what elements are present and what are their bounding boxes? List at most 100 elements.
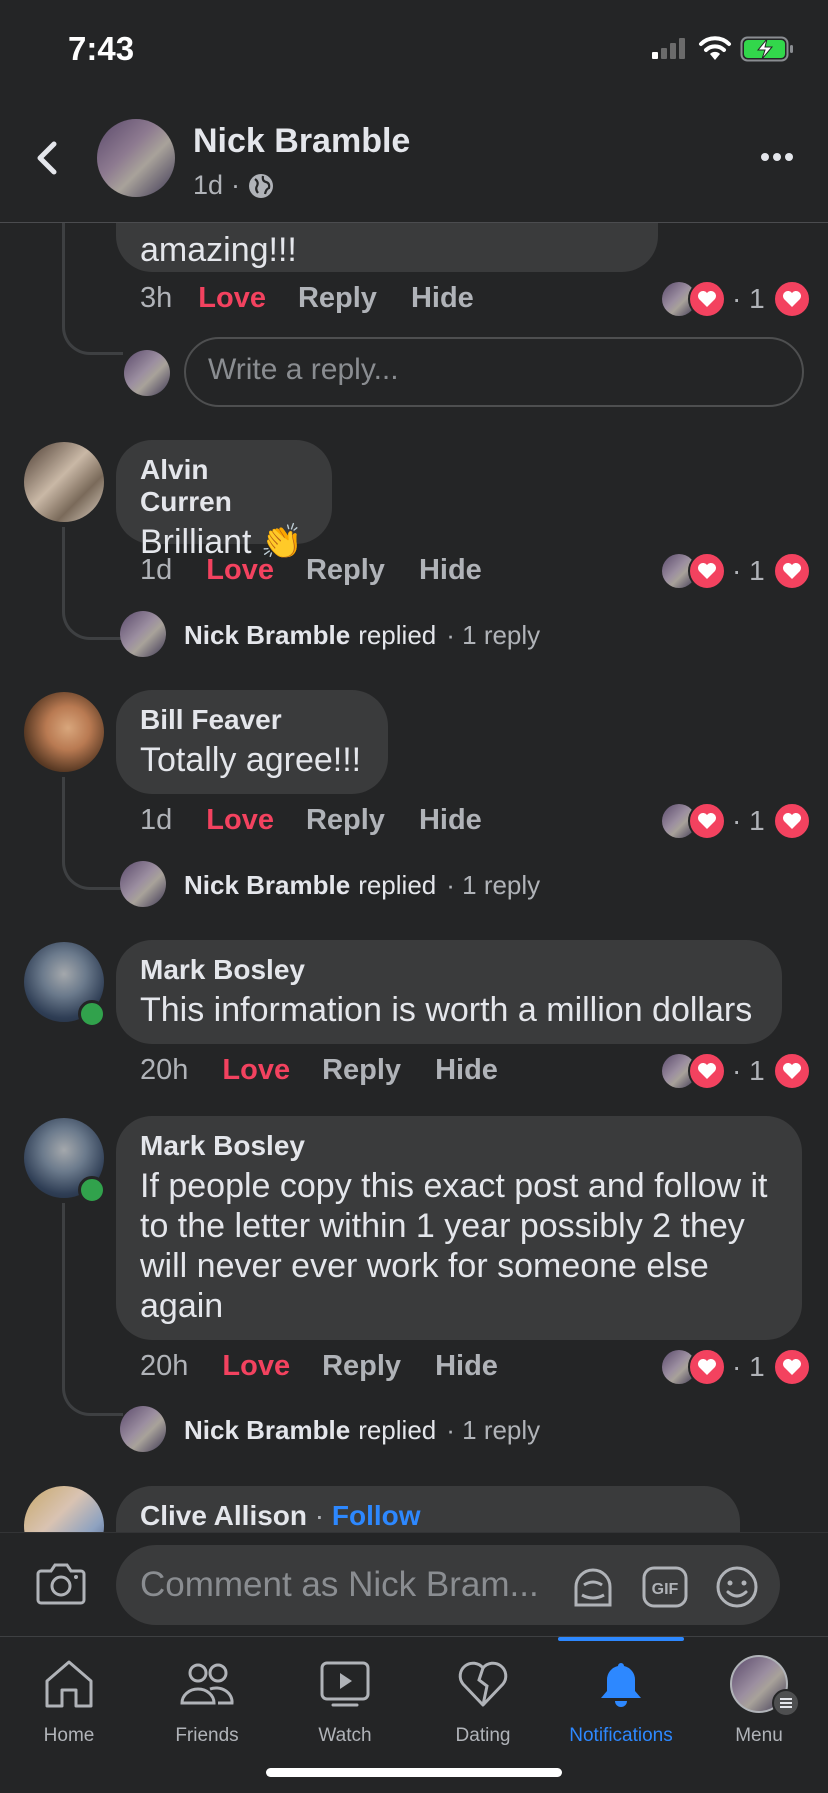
follow-button[interactable]: Follow [332, 1500, 421, 1531]
home-icon [45, 1660, 93, 1708]
view-replies-link[interactable]: Nick Bramble replied · 1 reply [184, 1415, 540, 1446]
comment-text: amazing!!! [140, 231, 297, 269]
reply-count: · 1 reply [446, 870, 541, 900]
svg-text:GIF: GIF [652, 1581, 679, 1598]
comments-list[interactable]: amazing!!! 3h Love Reply Hide · 1 Write … [0, 222, 828, 1532]
reaction-summary[interactable]: · 1 [662, 802, 811, 840]
author-name[interactable]: Nick Bramble [193, 122, 410, 161]
dating-icon [458, 1661, 508, 1707]
hide-button[interactable]: Hide [419, 804, 482, 837]
bell-icon [601, 1663, 641, 1707]
comment-author: Clive Allison · Follow [140, 1500, 716, 1532]
reaction-count: · 1 [732, 1351, 765, 1382]
love-button[interactable]: Love [206, 554, 274, 587]
hide-button[interactable]: Hide [411, 282, 474, 315]
author-avatar[interactable] [97, 119, 175, 197]
view-replies-link[interactable]: Nick Bramble replied · 1 reply [184, 870, 540, 901]
reply-count: · 1 reply [446, 620, 541, 650]
post-meta: 1d · [193, 170, 274, 201]
reaction-count: · 1 [732, 1055, 765, 1086]
tab-label: Notifications [569, 1725, 673, 1746]
follow-separator: · [307, 1500, 332, 1531]
love-reaction-icon [688, 280, 726, 318]
watch-icon [320, 1661, 370, 1707]
replied-name: Nick Bramble [184, 620, 351, 650]
reply-avatar [120, 861, 166, 907]
comment-author[interactable]: Mark Bosley [140, 1130, 778, 1162]
reaction-count: · 1 [732, 555, 765, 586]
comment-bubble: Mark Bosley If people copy this exact po… [116, 1116, 802, 1340]
reaction-summary[interactable]: · 1 [662, 1052, 811, 1090]
reply-button[interactable]: Reply [298, 282, 377, 315]
love-button[interactable]: Love [198, 282, 266, 315]
love-reaction-icon [772, 552, 811, 590]
comment-text: This information is worth a million doll… [140, 991, 753, 1029]
love-button[interactable]: Love [222, 1350, 290, 1383]
reply-avatar [120, 1406, 166, 1452]
reply-avatar [120, 611, 166, 657]
comment-actions: 20h Love Reply Hide [140, 1054, 498, 1087]
tab-label: Dating [455, 1725, 511, 1746]
love-button[interactable]: Love [206, 804, 274, 837]
write-reply-placeholder: Write a reply... [208, 353, 399, 386]
love-reaction-icon [688, 1052, 726, 1090]
commenter-avatar[interactable] [24, 442, 104, 522]
comment-bubble: amazing!!! [116, 222, 658, 272]
reaction-summary[interactable]: · 1 [662, 552, 811, 590]
reply-button[interactable]: Reply [306, 554, 385, 587]
reply-button[interactable]: Reply [306, 804, 385, 837]
home-indicator[interactable] [266, 1768, 562, 1777]
gif-icon[interactable]: GIF [642, 1565, 688, 1609]
thread-line [62, 222, 123, 355]
comment-input[interactable]: Comment as Nick Bram... GIF [116, 1545, 780, 1625]
reaction-summary[interactable]: · 1 [662, 1348, 811, 1386]
comment-time: 3h [140, 282, 173, 314]
reply-button[interactable]: Reply [322, 1054, 401, 1087]
thread-line [62, 527, 123, 640]
comment-time: 20h [140, 1054, 189, 1086]
comment-author[interactable]: Mark Bosley [140, 954, 758, 986]
tab-dating[interactable]: Dating [414, 1655, 552, 1747]
love-reaction-icon [772, 1052, 811, 1090]
tab-friends[interactable]: Friends [138, 1655, 276, 1747]
commenter-avatar[interactable] [24, 1486, 104, 1532]
reaction-count: · 1 [732, 283, 765, 314]
online-status-dot [78, 1000, 106, 1028]
meta-separator: · [231, 170, 241, 200]
tab-menu[interactable]: Menu [690, 1655, 828, 1747]
comment-time: 1d [140, 554, 173, 586]
love-reaction-icon [772, 802, 811, 840]
comment-author-name[interactable]: Clive Allison [140, 1500, 307, 1531]
hide-button[interactable]: Hide [435, 1054, 498, 1087]
camera-icon[interactable] [36, 1561, 86, 1605]
view-replies-link[interactable]: Nick Bramble replied · 1 reply [184, 620, 540, 651]
commenter-avatar[interactable] [24, 692, 104, 772]
tab-watch[interactable]: Watch [276, 1655, 414, 1747]
emoji-icon[interactable] [714, 1565, 760, 1609]
replied-text: replied [358, 620, 437, 650]
tab-label: Menu [735, 1725, 783, 1746]
composer-icons: GIF [570, 1565, 760, 1609]
post-header: Nick Bramble 1d · [0, 100, 828, 223]
love-reaction-icon [772, 280, 811, 318]
more-options-icon[interactable] [760, 152, 794, 162]
tab-notifications[interactable]: Notifications [552, 1655, 690, 1747]
comment-placeholder: Comment as Nick Bram... [140, 1565, 539, 1604]
hide-button[interactable]: Hide [419, 554, 482, 587]
love-reaction-icon [688, 802, 726, 840]
comment-text: If people copy this exact post and follo… [140, 1167, 768, 1325]
write-reply-input[interactable]: Write a reply... [184, 337, 804, 407]
reply-button[interactable]: Reply [322, 1350, 401, 1383]
comment-author[interactable]: Bill Feaver [140, 704, 364, 736]
back-arrow-icon[interactable] [30, 140, 66, 176]
avatar-sticker-icon[interactable] [570, 1565, 616, 1609]
reaction-summary[interactable]: · 1 [662, 280, 811, 318]
tab-home[interactable]: Home [0, 1655, 138, 1747]
comment-actions: 1d Love Reply Hide [140, 804, 482, 837]
love-button[interactable]: Love [222, 1054, 290, 1087]
comment-author[interactable]: Alvin Curren [140, 454, 308, 518]
comment-time: 1d [140, 804, 173, 836]
comment-composer: Comment as Nick Bram... GIF [0, 1532, 828, 1637]
hide-button[interactable]: Hide [435, 1350, 498, 1383]
online-status-dot [78, 1176, 106, 1204]
